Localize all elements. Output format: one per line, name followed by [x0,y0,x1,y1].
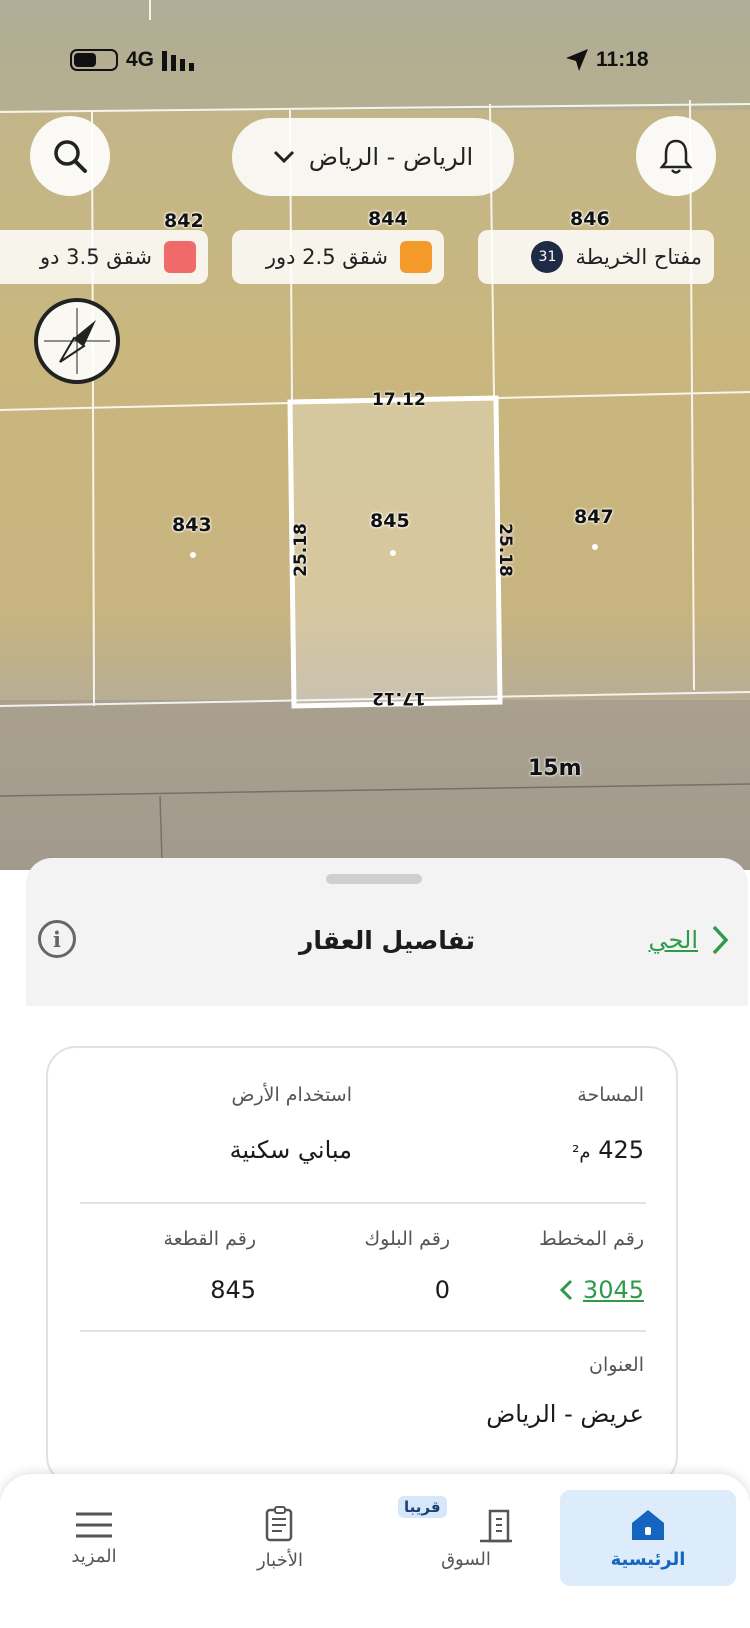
address-label: العنوان [588,1354,644,1376]
legend-chip-3-5[interactable]: شقق 3.5 دو [0,230,208,284]
district-link[interactable]: الحي [649,924,730,956]
chevron-down-icon [273,150,294,164]
status-right: 11:18 [566,42,649,78]
dimension-top: 17.12 [372,390,426,410]
land-use-value: مباني سكنية [229,1136,352,1164]
nav-home[interactable]: الرئيسية [560,1490,736,1586]
location-arrow-icon [566,49,588,71]
city-select-label: الرياض - الرياض [308,143,474,171]
plot-dot [190,552,196,558]
nav-market-label: السوق [441,1548,491,1570]
land-use-label: استخدام الأرض [231,1084,352,1106]
area-unit: م² [572,1142,591,1163]
district-link-label: الحي [648,926,698,954]
sheet-title: تفاصيل العقار [299,926,475,955]
bottom-nav: الرئيسية قريبا السوق الأخبار المزيد [0,1474,750,1628]
dimension-bottom: 17.12 [372,688,426,708]
nav-market[interactable]: قريبا السوق [378,1490,554,1586]
legend-swatch [400,241,432,273]
coming-soon-badge: قريبا [398,1496,447,1518]
plot-label[interactable]: 847 [574,506,614,528]
legend-swatch [164,241,196,273]
plot-label[interactable]: 846 [570,208,610,230]
home-icon [632,1509,664,1540]
street-width-label: 15m [528,756,582,781]
nav-home-label: الرئيسية [610,1548,686,1570]
area-label: المساحة [577,1084,644,1106]
nav-more[interactable]: المزيد [6,1490,182,1586]
plot-label[interactable]: 844 [368,208,408,230]
signal-icon [162,51,195,71]
plot-label[interactable]: 843 [172,514,212,536]
notifications-button[interactable] [636,116,716,196]
plot-dot [592,544,598,550]
plot-dot [390,550,396,556]
address-value: عريض - الرياض [486,1400,644,1428]
plot-label[interactable]: 845 [370,510,410,532]
nav-more-label: المزيد [71,1545,117,1567]
details-sheet[interactable]: i تفاصيل العقار الحي المساحة 425 م² استخ… [26,858,748,1498]
city-select[interactable]: الرياض - الرياض [232,118,514,196]
property-card: المساحة 425 م² استخدام الأرض مباني سكنية… [46,1046,678,1486]
map-key-count: 31 [531,241,564,273]
dimension-left: 25.18 [290,523,311,577]
menu-icon [76,1512,112,1537]
map-view[interactable]: 4G 11:18 الرياض - الرياض 842 844 846 843… [0,0,750,870]
dimension-right: 25.18 [494,523,515,577]
nav-news[interactable]: الأخبار [192,1490,368,1586]
clock: 11:18 [596,48,649,71]
legend-label: شقق 3.5 دو [40,245,152,269]
battery-icon [70,49,118,71]
sheet-drag-handle[interactable] [326,874,422,884]
chevron-right-icon [712,925,729,955]
search-icon [54,140,87,173]
block-label: رقم البلوك [364,1228,450,1250]
compass-button[interactable] [34,298,120,384]
parcel-value: 845 [210,1276,256,1304]
plan-link[interactable]: 3045 [559,1276,644,1304]
area-value: 425 م² [572,1136,644,1164]
area-number: 425 [598,1136,644,1164]
plan-number: 3045 [582,1276,644,1304]
plan-label: رقم المخطط [539,1228,644,1250]
divider [80,1202,646,1204]
map-key-chip[interactable]: مفتاح الخريطة 31 [478,230,714,284]
legend-chip-2-5[interactable]: شقق 2.5 دور [232,230,444,284]
compass-icon [44,308,110,374]
map-key-label: مفتاح الخريطة [575,245,702,269]
nav-news-label: الأخبار [256,1549,303,1571]
sheet-body: المساحة 425 م² استخدام الأرض مباني سكنية… [26,1006,748,1498]
block-value: 0 [434,1276,450,1304]
search-button[interactable] [30,116,110,196]
plot-label[interactable]: 842 [164,210,204,232]
chevron-left-icon [559,1279,572,1301]
news-icon [265,1505,293,1541]
divider [80,1330,646,1332]
legend-label: شقق 2.5 دور [265,245,388,269]
status-left: 4G [70,42,198,78]
sheet-header: i تفاصيل العقار الحي [26,908,748,988]
network-type: 4G [126,48,155,71]
bell-icon [659,139,693,174]
parcel-label: رقم القطعة [163,1228,256,1250]
building-icon [480,1509,512,1542]
